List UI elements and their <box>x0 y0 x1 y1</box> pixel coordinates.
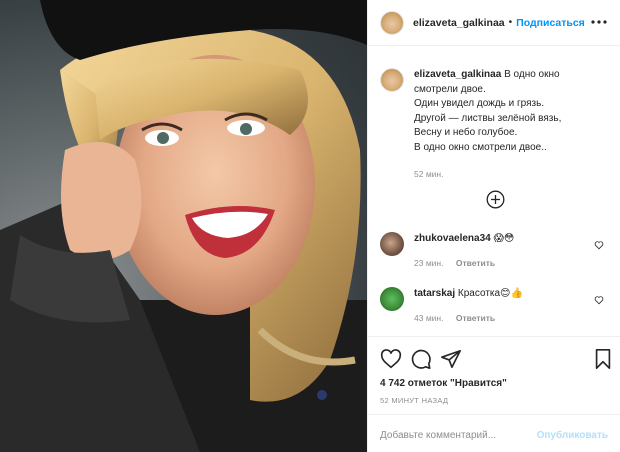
comment-meta: 43 мин. Ответить <box>414 312 523 325</box>
commenter-username[interactable]: zhukovaelena34 <box>414 233 491 244</box>
caption-username[interactable]: elizaveta_galkinaa <box>414 69 501 80</box>
post-header: elizaveta_galkinaa • Подписаться <box>368 0 620 46</box>
commenter-username[interactable]: tatarskaj <box>414 288 455 299</box>
commenter-avatar[interactable] <box>380 287 404 311</box>
divider <box>368 414 620 415</box>
comment-text: Красотка😊👍 <box>457 288 523 299</box>
add-comment-input[interactable] <box>380 430 530 441</box>
comment-item: zhukovaelena34 😱😳 23 мин. Ответить <box>380 232 612 270</box>
comment-timestamp[interactable]: 43 мин. <box>414 313 443 323</box>
caption-body: elizaveta_galkinaa В одно окно смотрели … <box>414 68 612 181</box>
separator-dot: • <box>508 17 513 28</box>
publish-button[interactable]: Опубликовать <box>537 430 608 441</box>
post-photo[interactable] <box>0 0 367 452</box>
follow-button[interactable]: Подписаться <box>516 17 585 29</box>
comment-body: tatarskaj Красотка😊👍 43 мин. Ответить <box>414 287 523 325</box>
author-avatar[interactable] <box>380 10 404 35</box>
caption-line: В одно окно <box>504 69 560 80</box>
comment-meta: 23 мин. Ответить <box>414 257 514 270</box>
commenter-avatar[interactable] <box>380 232 404 256</box>
heart-icon[interactable] <box>380 348 402 370</box>
likes-count[interactable]: 4 742 отметок "Нравится" <box>380 378 507 389</box>
caption-line: Один увидел дождь и грязь. <box>414 98 545 110</box>
comment-item: tatarskaj Красотка😊👍 43 мин. Ответить <box>380 287 612 325</box>
caption-line: смотрели двое. <box>414 83 486 95</box>
heart-icon[interactable] <box>594 240 604 250</box>
bookmark-icon[interactable] <box>592 348 614 370</box>
caption-timestamp[interactable]: 52 мин. <box>414 167 612 182</box>
post-time-ago[interactable]: 52 МИНУТ НАЗАД <box>380 396 448 405</box>
author-username[interactable]: elizaveta_galkinaa <box>413 17 505 29</box>
comment-body: zhukovaelena34 😱😳 23 мин. Ответить <box>414 232 514 270</box>
plus-circle-icon <box>486 190 505 209</box>
post-side-panel: elizaveta_galkinaa • Подписаться elizave… <box>367 0 620 452</box>
caption-avatar[interactable] <box>380 68 404 92</box>
reply-button[interactable]: Ответить <box>456 313 495 323</box>
share-icon[interactable] <box>440 348 462 370</box>
heart-icon[interactable] <box>594 295 604 305</box>
caption-line: В одно окно смотрели двое.. <box>414 141 547 153</box>
comment-icon[interactable] <box>410 348 432 370</box>
comment-text: 😱😳 <box>493 233 515 244</box>
portrait-illustration <box>0 0 367 452</box>
post-caption: elizaveta_galkinaa В одно окно смотрели … <box>380 68 612 181</box>
more-icon[interactable] <box>590 15 608 29</box>
divider <box>368 336 620 337</box>
comment-timestamp[interactable]: 23 мин. <box>414 258 443 268</box>
instagram-post: elizaveta_galkinaa • Подписаться elizave… <box>0 0 620 452</box>
reply-button[interactable]: Ответить <box>456 258 495 268</box>
caption-line: Другой — листвы зелёной вязь, <box>414 112 562 124</box>
caption-line: Весну и небо голубое. <box>414 127 518 139</box>
action-bar <box>380 348 612 372</box>
load-more-comments-button[interactable] <box>486 190 505 209</box>
